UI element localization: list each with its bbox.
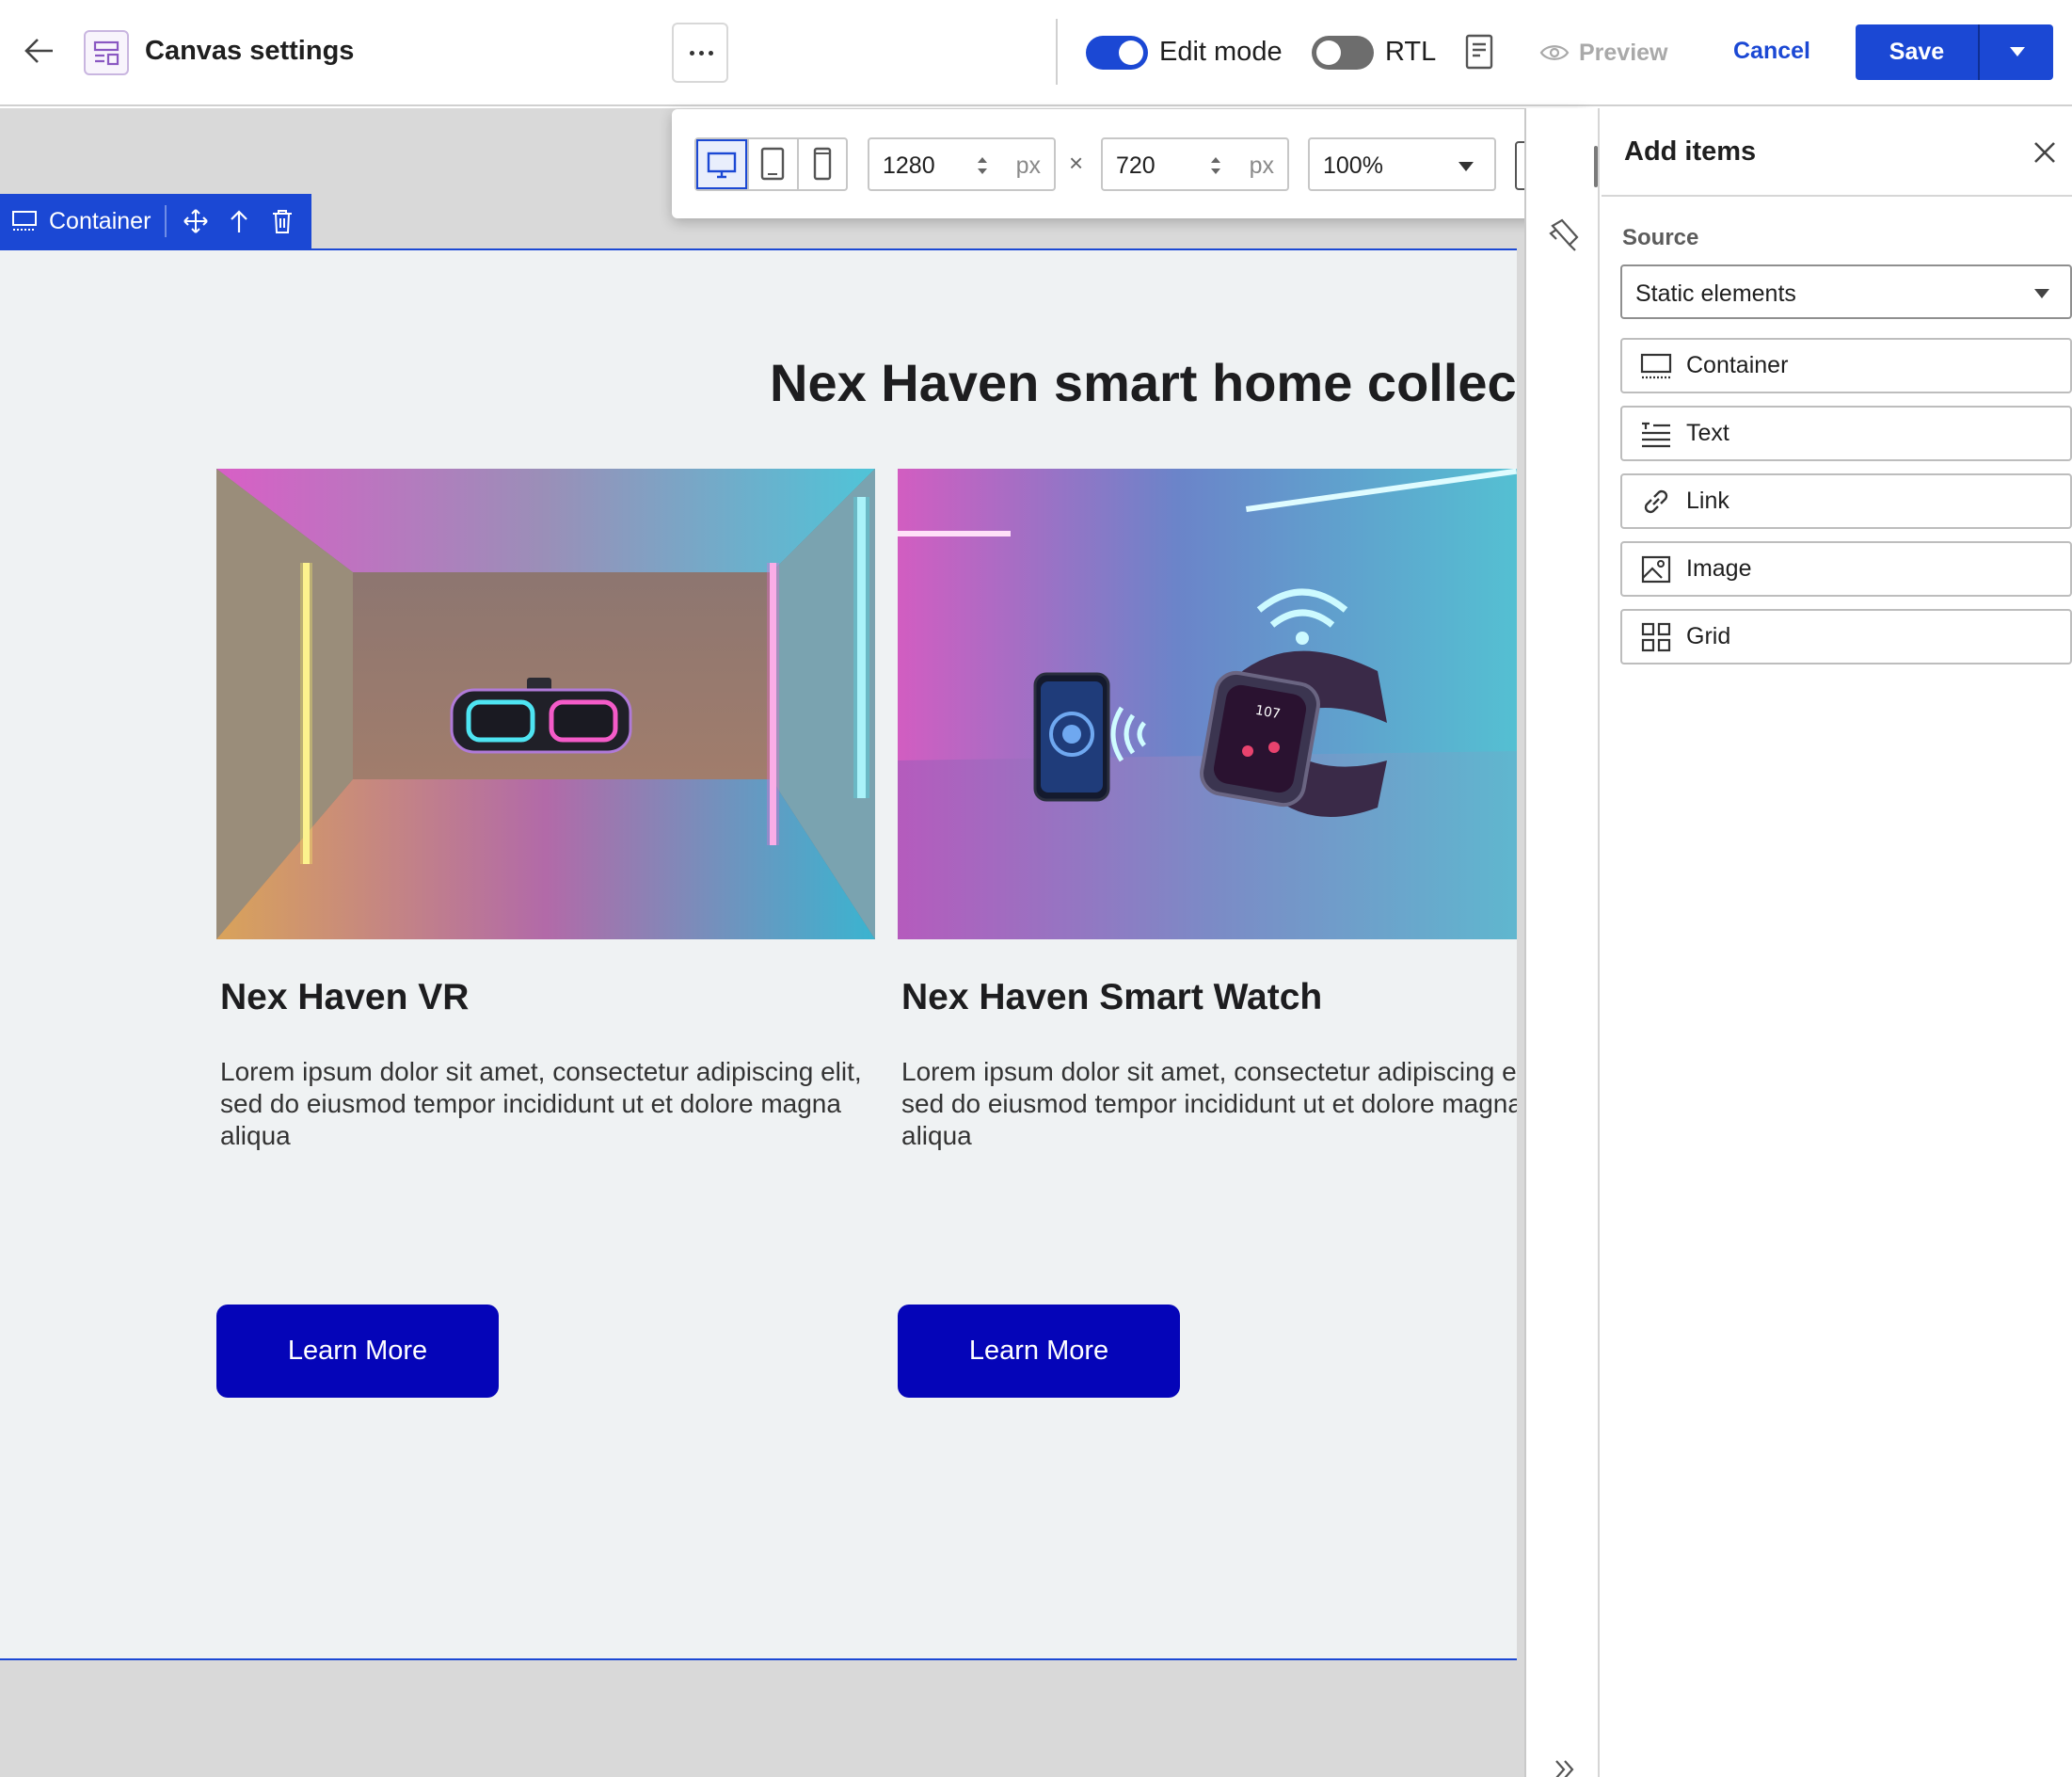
item-label: Grid [1686,623,1731,649]
viewport-height-input[interactable]: 720 px [1101,137,1289,191]
hero-heading: Nex Haven smart home collection [770,353,1517,412]
back-arrow-icon[interactable] [21,32,58,70]
add-text-item[interactable]: Text [1620,406,2072,461]
learn-more-button[interactable]: Learn More [216,1305,499,1398]
height-value: 720 [1116,152,1156,179]
add-grid-item[interactable]: Grid [1620,609,2072,664]
rtl-label: RTL [1385,37,1437,67]
more-options-button[interactable] [672,23,728,83]
cancel-button[interactable]: Cancel [1733,38,1810,65]
viewport-width-input[interactable]: 1280 px [868,137,1056,191]
item-label: Link [1686,488,1729,514]
panel-title: Add items [1624,136,1757,167]
style-brush-icon[interactable] [1547,216,1585,254]
add-container-item[interactable]: Container [1620,338,2072,393]
container-tag-label: Container [49,207,151,234]
viewport-toolbar: 1280 px × 720 px 100% [672,109,1586,218]
trash-icon[interactable] [271,208,294,234]
card-title: Nex Haven Smart Watch [901,977,1323,1017]
resize-handle[interactable] [1594,146,1598,187]
top-bar: Canvas settings Edit mode RTL Preview Ca… [0,0,2072,106]
preview-label: Preview [1579,39,1668,66]
content-container[interactable]: Nex Haven smart home collection [0,248,1517,1660]
add-items-panel: Add items Source Static elements Contain… [1602,108,2072,1777]
item-label: Container [1686,352,1789,378]
tag-divider [165,205,167,237]
source-select[interactable]: Static elements [1620,264,2072,319]
container-icon [1640,353,1672,378]
add-link-item[interactable]: Link [1620,473,2072,529]
dimension-separator: × [1069,149,1084,177]
grid-icon [1641,622,1671,651]
item-label: Image [1686,555,1752,582]
edit-mode-toggle[interactable] [1086,36,1148,70]
mobile-view-button[interactable] [797,139,848,189]
eye-icon [1539,45,1570,60]
chevron-down-icon [2034,289,2049,298]
toolbar-divider [1056,19,1058,85]
rtl-toggle[interactable] [1312,36,1374,70]
zoom-value: 100% [1323,152,1383,179]
document-icon[interactable] [1464,34,1496,72]
close-icon[interactable] [2032,140,2057,165]
width-value: 1280 [883,152,935,179]
card-description: Lorem ipsum dolor sit amet, consectetur … [220,1057,862,1150]
save-button[interactable]: Save [1856,24,1978,80]
preview-button[interactable]: Preview [1539,36,1668,70]
chevron-down-icon [1458,162,1474,171]
width-unit: px [1015,152,1041,179]
item-label: Text [1686,420,1729,446]
learn-more-button[interactable]: Learn More [898,1305,1180,1398]
container-selection-tag[interactable]: Container [0,194,311,248]
zoom-select[interactable]: 100% [1308,137,1496,191]
arrow-up-icon[interactable] [228,208,250,234]
tablet-view-button[interactable] [747,139,798,189]
panel-header: Add items [1602,108,2072,197]
page-title: Canvas settings [145,36,355,66]
device-switcher [694,137,848,191]
stepper-icon[interactable] [975,152,990,179]
text-icon [1642,422,1670,447]
container-icon [12,211,37,231]
add-image-item[interactable]: Image [1620,541,2072,597]
source-value: Static elements [1635,280,1796,307]
side-rail [1524,108,1600,1777]
smartwatch-product-image[interactable]: 107 [898,469,1517,939]
desktop-view-button[interactable] [696,139,747,189]
stepper-icon[interactable] [1208,152,1223,179]
desktop-icon [707,152,737,179]
image-icon [1641,555,1671,583]
source-label: Source [1622,225,1699,250]
vr-product-image[interactable] [216,469,875,939]
card-title: Nex Haven VR [220,977,470,1017]
card-description: Lorem ipsum dolor sit amet, consectetur … [901,1057,1517,1150]
canvas-settings-app-icon [84,30,129,75]
chevron-down-icon [2010,47,2025,56]
height-unit: px [1249,152,1274,179]
move-icon[interactable] [183,208,209,234]
tablet-icon [760,147,785,181]
double-chevron-right-icon[interactable] [1551,1755,1579,1777]
mobile-icon [813,147,832,181]
save-dropdown-button[interactable] [1978,24,2053,80]
edit-mode-label: Edit mode [1159,37,1283,67]
link-icon [1644,489,1668,513]
